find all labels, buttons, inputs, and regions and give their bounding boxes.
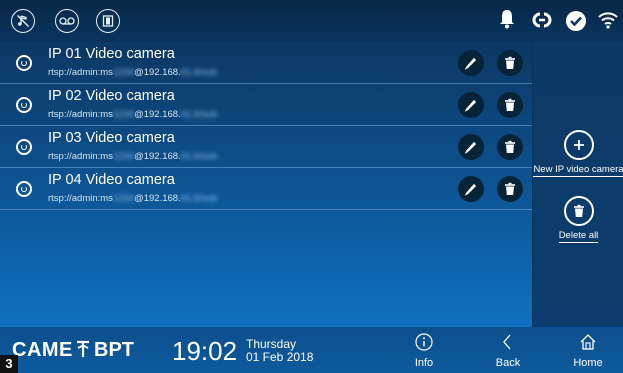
url-blurred-part: 1234 (112, 193, 135, 204)
camera-title: IP 03 Video camera (48, 130, 175, 146)
delete-button[interactable] (497, 176, 523, 202)
info-label: Info (414, 357, 434, 369)
bell-icon (498, 8, 516, 35)
camera-url: rtsp://admin:ms1234@192.168.61.6/sub (48, 67, 217, 78)
bpt-logo: BPT (94, 339, 134, 361)
intercom-screen: IP 01 Video camera rtsp://admin:ms1234@1… (0, 0, 623, 373)
wifi-glyph (598, 12, 618, 29)
link-glyph (532, 12, 552, 28)
clock-day: Thursday (246, 337, 297, 351)
clock-time: 19:02 (172, 336, 238, 366)
trash-icon (574, 204, 584, 217)
home-button[interactable]: Home (566, 327, 610, 373)
actions-panel: New IP video camera Delete all (532, 42, 623, 327)
link-icon (531, 10, 553, 35)
new-camera-label[interactable]: New IP video camera (533, 164, 623, 177)
door-open-glyph (102, 15, 114, 27)
voicemail-glyph (59, 17, 75, 25)
camera-url: rtsp://admin:ms1234@192.168.61.6/sub (48, 193, 217, 204)
camera-title: IP 04 Video camera (48, 172, 175, 188)
bottom-bar: CAME BPT 19:02 Thursday 01 Feb 2018 Info… (0, 327, 623, 373)
music-note-off-icon[interactable] (11, 9, 35, 33)
url-blurred-part: 61.6/sub (180, 151, 218, 162)
url-blurred-part: 61.6/sub (180, 109, 218, 120)
home-label: Home (573, 357, 603, 369)
home-icon (580, 334, 596, 350)
edit-button[interactable] (458, 176, 484, 202)
camera-radio-icon[interactable] (16, 97, 32, 113)
trash-icon (505, 140, 515, 153)
back-button[interactable]: Back (486, 327, 530, 373)
delete-button[interactable] (497, 92, 523, 118)
edit-button[interactable] (458, 134, 484, 160)
music-note-off-glyph (17, 15, 29, 27)
trash-icon (505, 98, 515, 111)
url-blurred-part: 1234 (112, 151, 135, 162)
delete-button[interactable] (497, 134, 523, 160)
status-bar (0, 0, 623, 42)
camera-radio-icon[interactable] (16, 181, 32, 197)
pencil-icon (464, 183, 477, 196)
delete-all-label-text: Delete all (558, 230, 599, 243)
bell-glyph (500, 10, 514, 29)
info-button[interactable]: Info (402, 327, 446, 373)
edit-button[interactable] (458, 92, 484, 118)
chevron-left-icon (503, 334, 511, 350)
check-circle-glyph (566, 11, 586, 31)
camera-list: IP 01 Video camera rtsp://admin:ms1234@1… (0, 42, 532, 210)
new-camera-label-text: New IP video camera (533, 164, 623, 177)
camera-row[interactable]: IP 01 Video camera rtsp://admin:ms1234@1… (0, 42, 532, 84)
new-camera-button[interactable] (564, 130, 594, 160)
camera-row[interactable]: IP 04 Video camera rtsp://admin:ms1234@1… (0, 168, 532, 210)
camera-title: IP 01 Video camera (48, 46, 175, 62)
url-mid: @192.168. (134, 109, 181, 120)
url-blurred-part: 61.6/sub (180, 67, 218, 78)
pencil-icon (464, 57, 477, 70)
check-circle-icon (565, 10, 587, 37)
url-prefix: rtsp://admin:ms (48, 193, 113, 204)
back-label: Back (495, 357, 521, 369)
url-prefix: rtsp://admin:ms (48, 151, 113, 162)
wifi-icon (597, 10, 619, 35)
trash-icon (505, 56, 515, 69)
plus-icon (574, 140, 584, 150)
voicemail-icon[interactable] (55, 9, 79, 33)
delete-button[interactable] (497, 50, 523, 76)
came-logo: CAME (12, 339, 73, 361)
camera-url: rtsp://admin:ms1234@192.168.61.6/sub (48, 109, 217, 120)
clock-date: 01 Feb 2018 (246, 350, 314, 364)
edit-button[interactable] (458, 50, 484, 76)
camera-radio-icon[interactable] (16, 139, 32, 155)
camera-row[interactable]: IP 02 Video camera rtsp://admin:ms1234@1… (0, 84, 532, 126)
url-prefix: rtsp://admin:ms (48, 109, 113, 120)
delete-all-button[interactable] (564, 196, 594, 226)
figure-number: 3 (0, 355, 18, 373)
pencil-icon (464, 141, 477, 154)
info-icon (415, 333, 433, 351)
brand-separator-icon (77, 340, 89, 357)
camera-url: rtsp://admin:ms1234@192.168.61.6/sub (48, 151, 217, 162)
url-mid: @192.168. (134, 151, 181, 162)
url-blurred-part: 1234 (112, 109, 135, 120)
url-prefix: rtsp://admin:ms (48, 67, 113, 78)
delete-all-label[interactable]: Delete all (533, 230, 623, 243)
url-blurred-part: 1234 (112, 67, 135, 78)
camera-radio-icon[interactable] (16, 55, 32, 71)
trash-icon (505, 182, 515, 195)
camera-row[interactable]: IP 03 Video camera rtsp://admin:ms1234@1… (0, 126, 532, 168)
url-mid: @192.168. (134, 67, 181, 78)
url-blurred-part: 61.6/sub (180, 193, 218, 204)
door-open-icon[interactable] (96, 9, 120, 33)
pencil-icon (464, 99, 477, 112)
url-mid: @192.168. (134, 193, 181, 204)
camera-title: IP 02 Video camera (48, 88, 175, 104)
